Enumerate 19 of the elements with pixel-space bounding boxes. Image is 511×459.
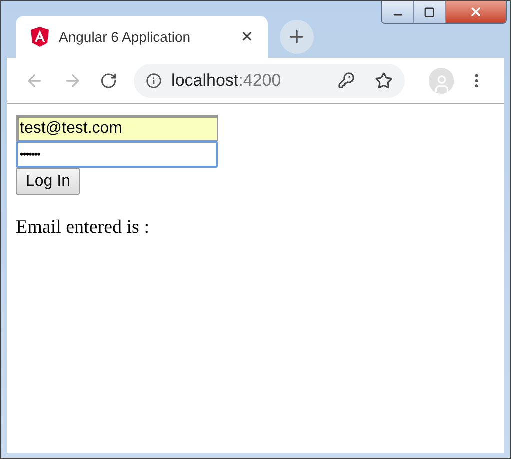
tab-title: Angular 6 Application [59, 28, 192, 47]
star-icon[interactable] [375, 72, 394, 90]
key-icon[interactable] [338, 72, 356, 89]
address-bar[interactable]: localhost:4200 [134, 64, 406, 98]
reload-icon[interactable] [100, 72, 118, 90]
password-field[interactable]: ••••••• [16, 141, 218, 168]
new-tab-button[interactable] [280, 20, 314, 54]
maximize-button[interactable] [414, 1, 446, 23]
angular-logo-icon [31, 27, 49, 47]
url-text: localhost:4200 [172, 70, 282, 92]
maximize-icon [424, 6, 435, 18]
close-icon [469, 5, 483, 19]
browser-tab[interactable]: Angular 6 Application × [16, 16, 268, 58]
info-icon [146, 72, 162, 88]
login-button[interactable]: Log In [16, 168, 80, 195]
close-button[interactable] [446, 1, 506, 23]
output-text: Email entered is : [16, 216, 150, 240]
tab-close-button[interactable]: × [241, 27, 253, 47]
email-field[interactable]: test@test.com [16, 115, 218, 141]
